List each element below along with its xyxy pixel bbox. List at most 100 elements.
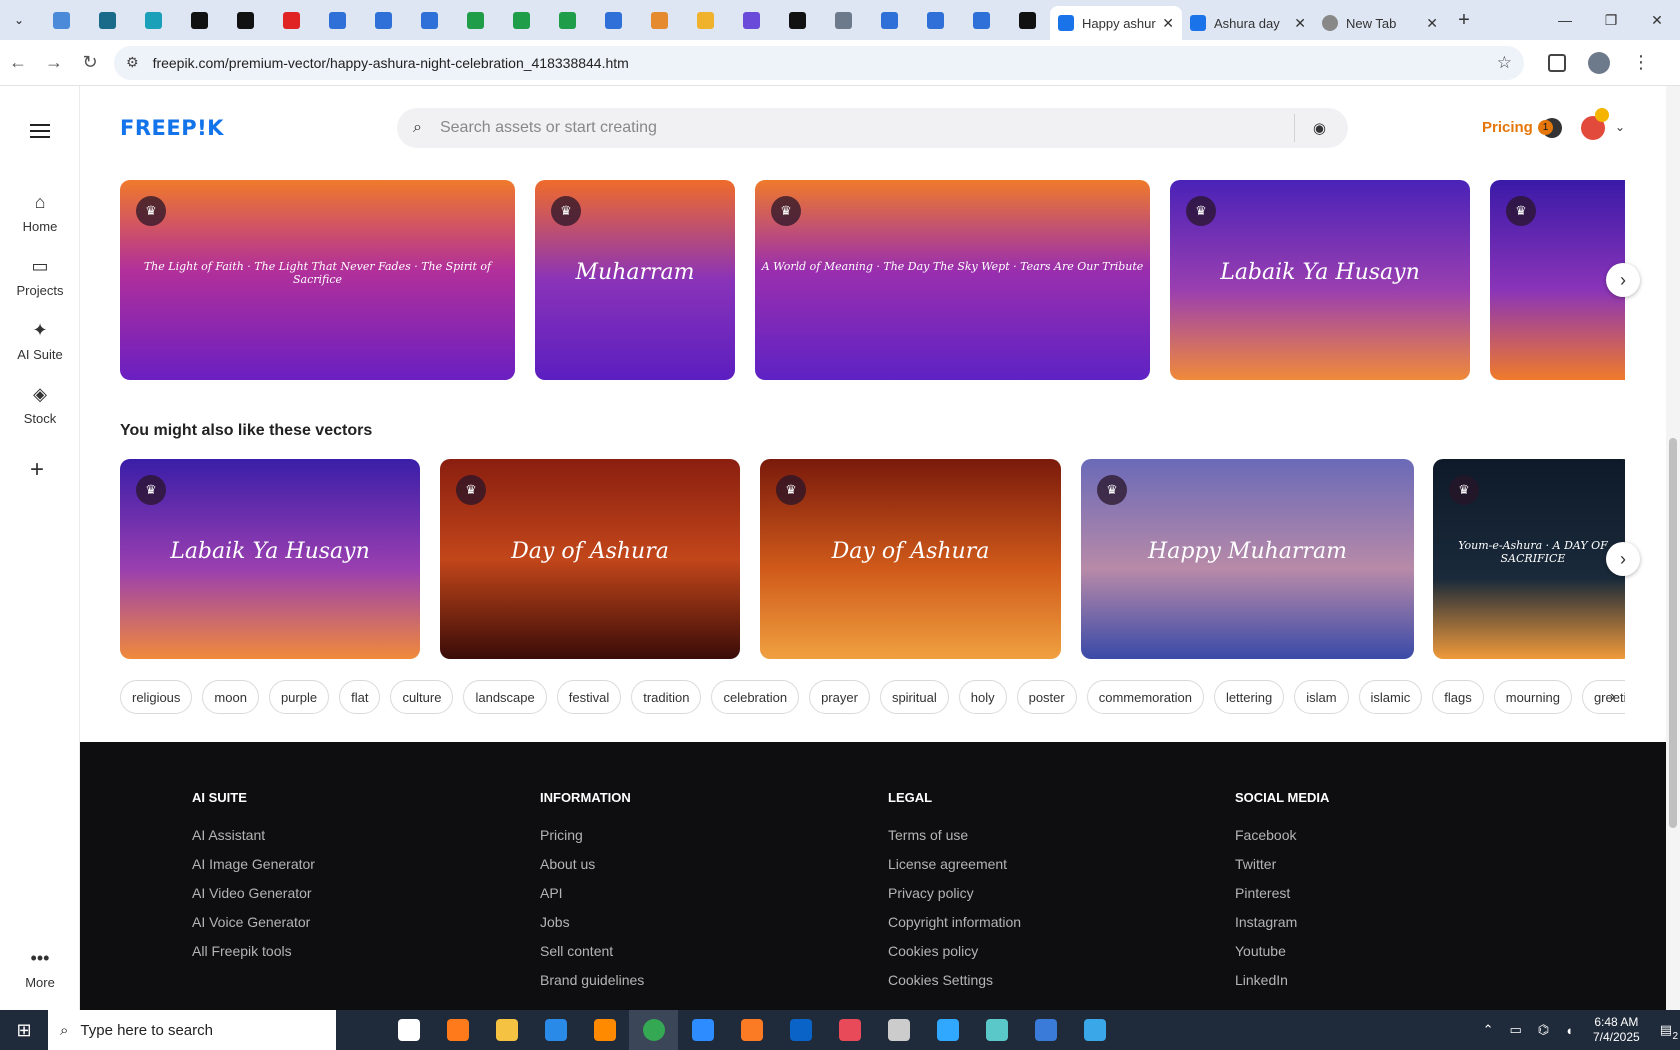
image-card[interactable]: ♛ Muharram [535,180,735,380]
pinned-tab[interactable] [84,0,130,40]
pinned-tab[interactable] [912,0,958,40]
reload-icon[interactable]: ↻ [72,52,108,73]
image-card[interactable]: ♛ Happy Muharram [1081,459,1414,659]
taskbar-app-task-view[interactable] [384,1010,433,1050]
tab-happy-ashura[interactable]: Happy ashura ✕ [1050,6,1182,40]
tag-chip[interactable]: religious [120,680,193,714]
footer-link[interactable]: Jobs [540,914,644,930]
pinned-tab[interactable] [360,0,406,40]
windows-start-icon[interactable]: ⊞ [0,1010,48,1050]
footer-link[interactable]: Copyright information [888,914,1021,930]
tag-chip[interactable]: lettering [1213,680,1285,714]
sidebar-item-stock[interactable]: ◈ Stock [0,384,80,426]
footer-link[interactable]: AI Assistant [192,827,315,843]
pinned-tab[interactable] [590,0,636,40]
freepik-logo[interactable]: FREEP!K [120,116,224,140]
footer-link[interactable]: All Freepik tools [192,943,315,959]
tag-chip[interactable]: purple [268,680,330,714]
chevron-down-icon[interactable]: ⌄ [1615,120,1625,134]
close-tab-icon[interactable]: ✕ [1294,15,1306,32]
pinned-tab[interactable] [452,0,498,40]
tag-chip[interactable]: moon [202,680,259,714]
tags-next-icon[interactable]: › [1610,688,1615,706]
bookmark-star-icon[interactable]: ☆ [1497,53,1512,73]
tag-chip[interactable]: islam [1294,680,1349,714]
tag-chip[interactable]: islamic [1358,680,1423,714]
tab-new-tab[interactable]: New Tab ✕ [1314,6,1446,40]
notifications-icon[interactable]: 1 [1538,118,1562,138]
pinned-tab[interactable] [38,0,84,40]
taskbar-app-chrome[interactable] [629,1010,678,1050]
taskbar-app-sketch-app[interactable] [972,1010,1021,1050]
image-card[interactable]: ♛ The Light of Faith · The Light That Nev… [120,180,515,380]
back-arrow-icon[interactable]: ← [0,52,36,73]
url-field[interactable]: ⚙ freepik.com/premium-vector/happy-ashur… [114,45,1524,80]
new-tab-button[interactable]: + [1446,9,1482,32]
footer-link[interactable]: Brand guidelines [540,972,644,988]
display-icon[interactable]: ▭ [1509,1022,1521,1038]
footer-link[interactable]: Sell content [540,943,644,959]
tag-chip[interactable]: flat [339,680,381,714]
pinned-tab[interactable] [406,0,452,40]
footer-link[interactable]: LinkedIn [1235,972,1329,988]
action-center-icon[interactable]: ▤ 2 [1660,1022,1678,1042]
volume-icon[interactable]: ◖ [1565,1023,1573,1038]
footer-link[interactable]: Cookies policy [888,943,1021,959]
tag-chip[interactable]: tradition [631,680,702,714]
image-card[interactable]: ♛ [1490,180,1625,380]
page-scrollbar[interactable] [1666,86,1680,1010]
tag-chip[interactable]: celebration [711,680,800,714]
taskbar-search-input[interactable]: Type here to search [80,1022,213,1039]
close-tab-icon[interactable]: ✕ [1426,15,1438,32]
footer-link[interactable]: License agreement [888,856,1021,872]
clock[interactable]: 6:48 AM 7/4/2025 [1593,1015,1640,1045]
footer-link[interactable]: AI Image Generator [192,856,315,872]
sidebar-item-home[interactable]: ⌂ Home [0,192,80,234]
image-card[interactable]: ♛ A World of Meaning · The Day The Sky We… [755,180,1150,380]
taskbar-app-creative-cloud[interactable] [825,1010,874,1050]
pinned-tab[interactable] [498,0,544,40]
image-card[interactable]: ♛ Day of Ashura [440,459,740,659]
network-icon[interactable]: ⌬ [1538,1022,1549,1038]
pinned-tab[interactable] [636,0,682,40]
footer-link[interactable]: Privacy policy [888,885,1021,901]
taskbar-app-vscode[interactable] [531,1010,580,1050]
scrollbar-thumb[interactable] [1669,438,1677,828]
profile-avatar-icon[interactable] [1588,51,1610,74]
search-input[interactable]: Search assets or start creating [440,119,1294,137]
pinned-tab[interactable] [774,0,820,40]
pinned-tab[interactable] [130,0,176,40]
taskbar-app-xampp[interactable] [727,1010,776,1050]
pinned-tab[interactable] [728,0,774,40]
image-card[interactable]: ♛ Youm-e-Ashura · A DAY OF SACRIFICE [1433,459,1625,659]
browser-menu-icon[interactable]: ⋮ [1632,52,1650,73]
sidebar-item-ai-suite[interactable]: ✦ AI Suite [0,320,80,362]
pinned-tab[interactable] [222,0,268,40]
carousel-next-icon[interactable]: › [1606,542,1640,576]
taskbar-search[interactable]: ⌕ Type here to search [48,1010,336,1050]
tray-chevron-icon[interactable]: ⌃ [1483,1022,1494,1038]
tag-chip[interactable]: culture [390,680,454,714]
pinned-tab[interactable] [682,0,728,40]
close-window-icon[interactable]: ✕ [1634,0,1680,40]
tag-chip[interactable]: poster [1016,680,1077,714]
pinned-tab[interactable] [268,0,314,40]
pinned-tab[interactable] [176,0,222,40]
extensions-icon[interactable] [1548,53,1566,72]
image-card[interactable]: ♛ Labaik Ya Husayn [120,459,420,659]
tag-chip[interactable]: holy [958,680,1007,714]
carousel-next-icon[interactable]: › [1606,263,1640,297]
pinned-tab[interactable] [544,0,590,40]
tag-chip[interactable]: landscape [463,680,547,714]
taskbar-app-zoom[interactable] [678,1010,727,1050]
tag-chip[interactable]: greeting [1581,680,1625,714]
forward-arrow-icon[interactable]: → [36,52,72,73]
footer-link[interactable]: AI Video Generator [192,885,315,901]
footer-link[interactable]: Cookies Settings [888,972,1021,988]
footer-link[interactable]: API [540,885,644,901]
close-tab-icon[interactable]: ✕ [1162,15,1174,32]
pinned-tab[interactable] [1004,0,1050,40]
footer-link[interactable]: Facebook [1235,827,1329,843]
image-card[interactable]: ♛ Day of Ashura [760,459,1061,659]
taskbar-app-illustrator[interactable] [580,1010,629,1050]
